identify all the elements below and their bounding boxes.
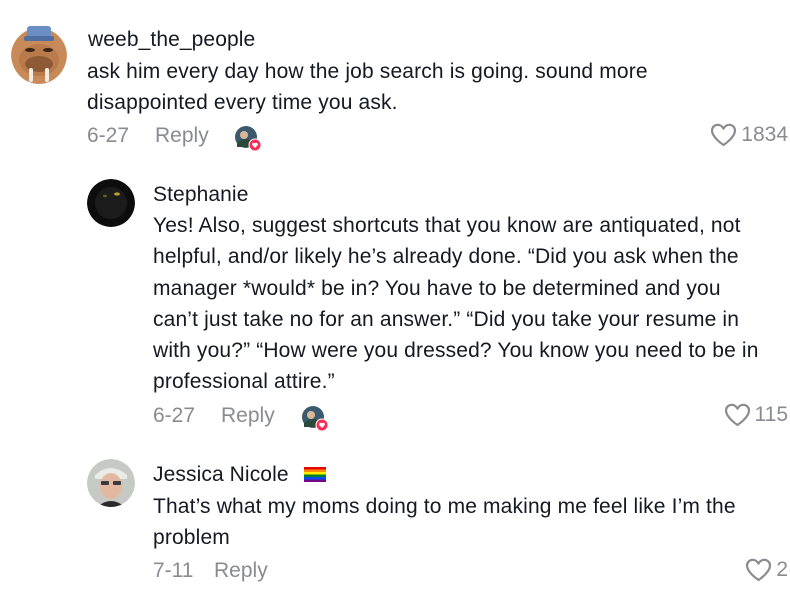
- reply-button[interactable]: Reply: [214, 559, 268, 583]
- walrus-avatar[interactable]: [11, 24, 67, 84]
- comment-text-line: disappointed every time you ask.: [87, 91, 398, 115]
- comment-username[interactable]: Stephanie: [153, 183, 248, 207]
- heart-icon: [724, 403, 750, 427]
- comment-date: 6-27: [153, 404, 196, 427]
- dark-cat-avatar-icon: [87, 179, 135, 227]
- heart-icon: [711, 123, 737, 147]
- creator-liked-badge: [301, 405, 329, 432]
- creator-liked-icon: [235, 126, 262, 152]
- comment-text-line: ask him every day how the job search is …: [87, 60, 648, 83]
- like-count: 2: [776, 558, 788, 581]
- heart-icon: [746, 558, 772, 582]
- comment-text-line: problem: [153, 526, 230, 550]
- comment-text: That’s what my moms doing to me making m…: [153, 491, 736, 554]
- comment-username[interactable]: weeb_the_people: [88, 28, 255, 52]
- reply-button[interactable]: Reply: [155, 124, 209, 148]
- comment-text: ask him every day how the job search is …: [87, 56, 648, 119]
- dark-cat-avatar[interactable]: [87, 179, 135, 227]
- comment-date: 6-27: [87, 124, 130, 147]
- like-count: 115: [754, 403, 788, 426]
- comment-text: Yes! Also, suggest shortcuts that you kn…: [153, 210, 759, 398]
- person-avatar-icon: [87, 459, 135, 507]
- comment-text-line: manager *would* be in? You have to be de…: [153, 276, 721, 300]
- reply-button[interactable]: Reply: [221, 404, 275, 428]
- creator-liked-badge: [234, 125, 262, 152]
- rainbow-flag-icon: [304, 467, 326, 482]
- like-button[interactable]: 2: [745, 558, 788, 582]
- creator-liked-icon: [302, 406, 329, 432]
- walrus-avatar-icon: [11, 26, 67, 84]
- like-button[interactable]: 115: [724, 403, 788, 427]
- like-count: 1834: [741, 123, 788, 146]
- comment-text-line: professional attire.”: [153, 370, 335, 394]
- comment-text-line: That’s what my moms doing to me making m…: [153, 495, 736, 518]
- person-avatar[interactable]: [87, 459, 135, 507]
- comment-text-line: helpful, and/or likely he’s already done…: [153, 245, 739, 269]
- comment-text-line: with you?” “How were you dressed? You kn…: [153, 339, 759, 363]
- comment-text-line: Yes! Also, suggest shortcuts that you kn…: [153, 214, 741, 237]
- like-button[interactable]: 1834: [710, 123, 788, 147]
- comment-text-line: can’t just take no for an answer.” “Did …: [153, 307, 740, 331]
- comment-username[interactable]: Jessica Nicole: [153, 463, 289, 487]
- comment-date: 7-11: [153, 559, 194, 582]
- rainbow-flag-svg: [304, 467, 326, 482]
